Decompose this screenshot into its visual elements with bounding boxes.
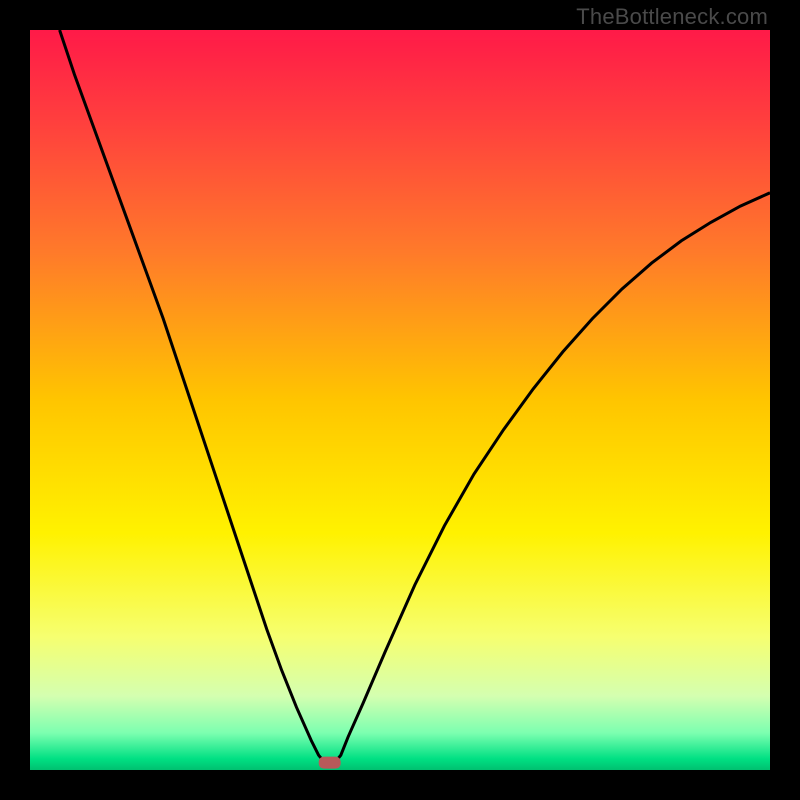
watermark-text: TheBottleneck.com — [576, 4, 768, 30]
chart-svg — [30, 30, 770, 770]
chart-frame — [30, 30, 770, 770]
chart-background — [30, 30, 770, 770]
chart-marker — [319, 757, 341, 769]
